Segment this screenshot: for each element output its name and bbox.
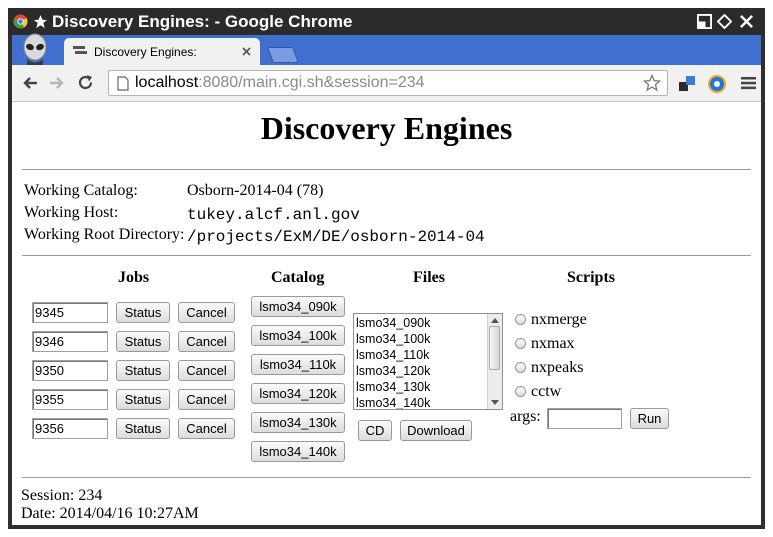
menu-icon[interactable] — [741, 76, 756, 90]
catalog-item-button[interactable]: lsmo34_130k — [251, 412, 345, 433]
files-listbox[interactable]: lsmo34_090k lsmo34_100k lsmo34_110k lsmo… — [353, 313, 503, 410]
download-button[interactable]: Download — [400, 420, 472, 441]
working-catalog-value: Osborn-2014-04 (78) — [187, 182, 324, 199]
tab-discovery-engines[interactable]: Discovery Engines: — [64, 38, 260, 65]
tab-close-icon[interactable] — [242, 47, 251, 56]
job-id-input[interactable] — [32, 389, 108, 410]
gear-extension-icon[interactable] — [706, 73, 728, 95]
script-label: nxpeaks — [531, 359, 584, 376]
job-id-input[interactable] — [32, 418, 108, 439]
page-icon — [117, 76, 129, 91]
divider — [22, 169, 751, 170]
file-option[interactable]: lsmo34_130k — [356, 379, 430, 395]
files-scrollbar[interactable] — [487, 314, 502, 409]
title-bar: Discovery Engines: - Google Chrome — [8, 8, 765, 35]
job-cancel-button[interactable]: Cancel — [178, 418, 235, 439]
maximize-icon[interactable] — [717, 14, 732, 29]
working-root-label: Working Root Directory: — [24, 226, 185, 243]
file-option[interactable]: lsmo34_120k — [356, 363, 430, 379]
working-root-value: /projects/ExM/DE/osborn-2014-04 — [187, 228, 485, 246]
catalog-item-button[interactable]: lsmo34_120k — [251, 383, 345, 404]
job-id-input[interactable] — [32, 302, 108, 323]
page-favicon-icon — [73, 46, 87, 54]
tab-strip: Discovery Engines: — [12, 33, 761, 65]
script-radio-nxmerge[interactable] — [515, 314, 526, 325]
back-arrow-icon[interactable] — [22, 75, 38, 91]
args-input[interactable] — [547, 408, 622, 429]
job-status-button[interactable]: Status — [116, 389, 170, 410]
browser-toolbar: localhost:8080/main.cgi.sh&session=234 — [12, 65, 761, 102]
address-bar[interactable]: localhost:8080/main.cgi.sh&session=234 — [108, 70, 668, 96]
script-radio-nxpeaks[interactable] — [515, 362, 526, 373]
date-text: Date: 2014/04/16 10:27AM — [21, 505, 199, 522]
working-host-label: Working Host: — [24, 204, 119, 221]
divider — [22, 255, 751, 256]
job-cancel-button[interactable]: Cancel — [178, 302, 235, 323]
minimize-icon[interactable] — [697, 14, 712, 29]
forward-arrow-icon[interactable] — [49, 75, 65, 91]
job-status-button[interactable]: Status — [116, 418, 170, 439]
script-label: nxmax — [531, 335, 575, 352]
catalog-item-button[interactable]: lsmo34_100k — [251, 325, 345, 346]
alien-avatar-icon[interactable] — [18, 33, 52, 65]
browser-window: Discovery Engines: - Google Chrome Disco… — [8, 8, 765, 529]
cd-button[interactable]: CD — [358, 420, 392, 441]
working-host-value: tukey.alcf.anl.gov — [187, 206, 360, 224]
file-option[interactable]: lsmo34_140k — [356, 395, 430, 409]
catalog-item-button[interactable]: lsmo34_090k — [251, 296, 345, 317]
job-cancel-button[interactable]: Cancel — [178, 331, 235, 352]
job-status-button[interactable]: Status — [116, 302, 170, 323]
file-option[interactable]: lsmo34_110k — [356, 347, 429, 363]
page-content: Discovery Engines Working Catalog: Osbor… — [12, 102, 761, 525]
extension-icon[interactable] — [678, 75, 696, 93]
jobs-header: Jobs — [118, 269, 150, 286]
job-id-input[interactable] — [32, 360, 108, 381]
catalog-item-button[interactable]: lsmo34_110k — [251, 354, 345, 375]
catalog-item-button[interactable]: lsmo34_140k — [251, 441, 345, 462]
args-label: args: — [510, 408, 541, 425]
file-option[interactable]: lsmo34_100k — [356, 331, 430, 347]
job-status-button[interactable]: Status — [116, 331, 170, 352]
file-option[interactable]: lsmo34_090k — [356, 315, 430, 331]
session-text: Session: 234 — [21, 487, 103, 504]
tab-title: Discovery Engines: — [94, 45, 197, 59]
window-title: Discovery Engines: - Google Chrome — [52, 12, 353, 31]
working-catalog-label: Working Catalog: — [24, 182, 138, 199]
new-tab-button[interactable] — [267, 47, 299, 63]
job-id-input[interactable] — [32, 331, 108, 352]
reload-icon[interactable] — [77, 74, 94, 91]
divider — [22, 477, 751, 478]
script-radio-cctw[interactable] — [515, 386, 526, 397]
close-icon[interactable] — [739, 14, 754, 29]
script-radio-nxmax[interactable] — [515, 338, 526, 349]
job-cancel-button[interactable]: Cancel — [178, 389, 235, 410]
page-title: Discovery Engines — [260, 110, 513, 146]
script-label: nxmerge — [531, 311, 587, 328]
url-path: :8080/main.cgi.sh&session=234 — [198, 74, 425, 91]
files-header: Files — [413, 269, 445, 286]
run-button[interactable]: Run — [630, 408, 669, 429]
url-host: localhost — [135, 74, 199, 91]
scripts-header: Scripts — [567, 269, 615, 286]
job-cancel-button[interactable]: Cancel — [178, 360, 235, 381]
catalog-header: Catalog — [271, 269, 325, 286]
chrome-logo-icon — [13, 14, 28, 29]
job-status-button[interactable]: Status — [116, 360, 170, 381]
scroll-thumb[interactable] — [489, 326, 500, 370]
pin-icon[interactable] — [33, 14, 48, 29]
scroll-up-icon[interactable] — [491, 317, 499, 323]
bookmark-star-icon[interactable] — [643, 74, 661, 92]
script-label: cctw — [531, 383, 562, 400]
scroll-down-icon[interactable] — [491, 400, 499, 406]
